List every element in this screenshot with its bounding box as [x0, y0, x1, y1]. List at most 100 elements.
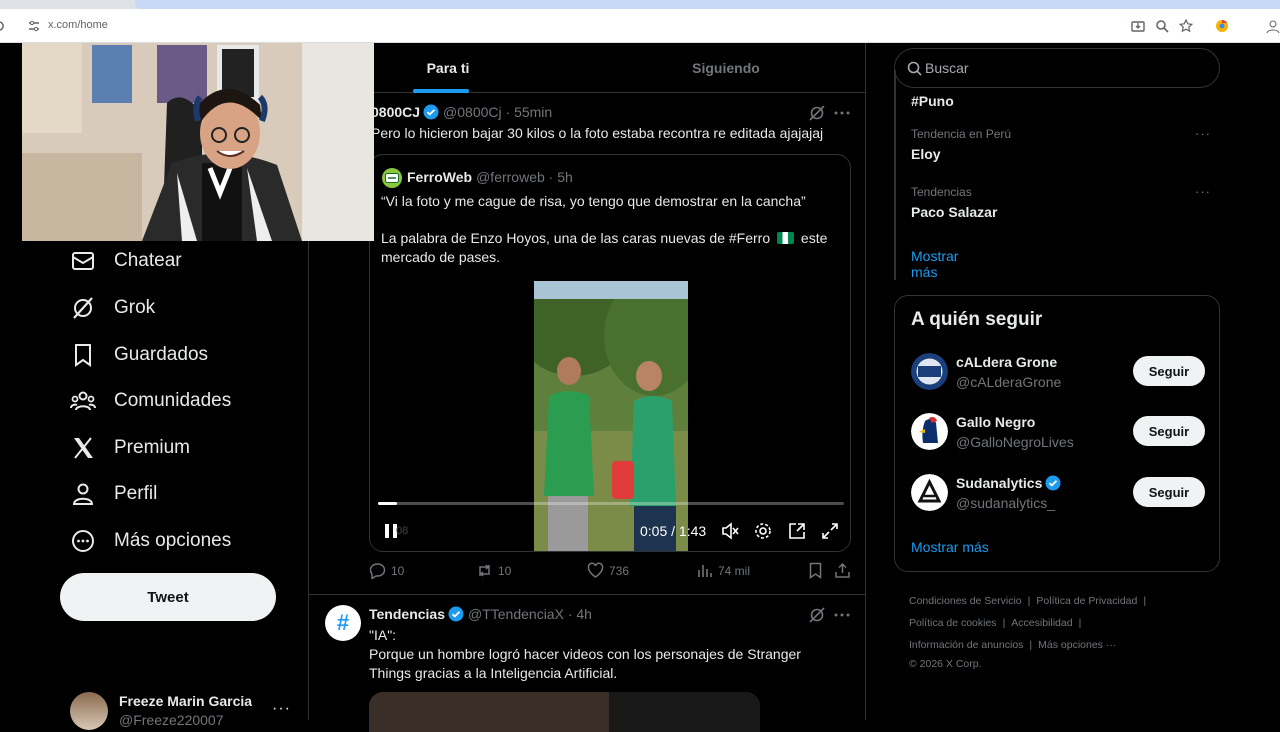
trend-item[interactable]: Tendencia en Perú Eloy ···: [911, 126, 1211, 162]
search-icon: [907, 61, 922, 76]
avatar: [911, 474, 948, 511]
fullscreen-icon[interactable]: [821, 522, 839, 540]
post-text-line: "IA":: [369, 627, 397, 643]
footer-separator: |: [1078, 617, 1082, 629]
trends-show-more-link[interactable]: Mostrar más: [911, 248, 958, 280]
trend-more-icon[interactable]: ···: [1195, 126, 1211, 141]
follow-suggestion[interactable]: cALdera Grone @cALderaGrone Seguir: [911, 353, 1205, 395]
mute-icon[interactable]: [721, 522, 739, 540]
post-actions: 10 10 736 74 mil: [369, 562, 851, 584]
nav-item-grok[interactable]: Grok: [70, 293, 155, 323]
media-panel: [609, 692, 760, 732]
quoted-text-paragraph: La palabra de Enzo Hoyos, una de las car…: [381, 229, 841, 267]
trend-item[interactable]: #Puno: [911, 88, 1211, 109]
gallo-negro-logo-icon: [911, 413, 948, 450]
browser-tab-strip: [0, 0, 1280, 9]
trend-item[interactable]: Tendencias Paco Salazar ···: [911, 184, 1211, 220]
follow-suggestion[interactable]: Sudanalytics @sudanalytics_ Seguir: [911, 474, 1205, 516]
profile-menu-icon[interactable]: [1266, 19, 1280, 33]
who-to-follow-show-more-link[interactable]: Mostrar más: [911, 539, 989, 555]
mail-icon: [72, 252, 94, 270]
avatar[interactable]: #: [325, 605, 361, 641]
verified-badge-icon: [1045, 475, 1061, 491]
post-more-icon[interactable]: [833, 104, 851, 122]
repost-count: 10: [498, 563, 512, 578]
footer-accessibility-link[interactable]: Accesibilidad: [1011, 617, 1072, 629]
grok-explain-icon[interactable]: [808, 104, 826, 122]
search-input[interactable]: [925, 49, 1205, 87]
search-box[interactable]: [894, 48, 1220, 88]
account-more-icon[interactable]: ···: [272, 700, 291, 718]
nav-item-communities[interactable]: Comunidades: [70, 386, 231, 416]
footer-terms-link[interactable]: Condiciones de Servicio: [909, 595, 1022, 607]
url-text[interactable]: x.com/home: [48, 19, 108, 31]
repost-icon: [479, 564, 490, 577]
like-button[interactable]: 736: [587, 562, 629, 579]
post-author-name[interactable]: Tendencias: [369, 606, 445, 622]
follow-button[interactable]: Seguir: [1133, 356, 1205, 386]
post-more-icon[interactable]: [833, 606, 851, 624]
post-author-name[interactable]: 0800CJ: [371, 104, 420, 120]
grok-explain-icon[interactable]: [808, 606, 826, 624]
bookmark-star-icon[interactable]: [1179, 19, 1193, 33]
video-progress-bar[interactable]: [378, 502, 844, 505]
footer-cookies-link[interactable]: Política de cookies: [909, 617, 997, 629]
quoted-text-line: mercado de pases.: [381, 249, 501, 265]
nav-item-premium[interactable]: Premium: [70, 433, 190, 463]
video-player[interactable]: 08 0:05 / 1:43: [370, 281, 850, 551]
view-count: 74 mil: [718, 563, 751, 578]
account-switcher[interactable]: Freeze Marin Garcia @Freeze220007 ···: [70, 690, 295, 730]
verified-badge-icon: [448, 606, 464, 622]
picture-in-picture-icon[interactable]: [788, 522, 806, 540]
more-circle-icon: [72, 530, 94, 552]
extension-icon[interactable]: [1215, 19, 1229, 33]
follow-suggestion[interactable]: Gallo Negro @GalloNegroLives Seguir: [911, 413, 1205, 455]
quoted-author-name: FerroWeb: [407, 169, 473, 185]
ferroweb-logo-icon: [385, 173, 399, 183]
views-chart-icon: [698, 565, 712, 577]
post-text: Pero lo hicieron bajar 30 kilos o la fot…: [371, 125, 824, 141]
footer-privacy-link[interactable]: Política de Privacidad: [1036, 595, 1137, 607]
footer-separator: |: [1029, 639, 1033, 651]
communities-icon: [70, 391, 96, 411]
views-button[interactable]: 74 mil: [696, 562, 750, 579]
nav-item-chat[interactable]: Chatear: [70, 246, 182, 276]
bookmark-post-icon[interactable]: [807, 562, 824, 579]
nav-item-label: Guardados: [114, 344, 209, 365]
trend-more-icon[interactable]: ···: [1195, 184, 1211, 199]
like-count: 736: [609, 563, 630, 578]
video-ghost-text: 08: [396, 525, 409, 537]
reply-button[interactable]: 10: [369, 562, 404, 579]
bookmark-icon: [75, 344, 91, 367]
address-bar[interactable]: x.com/home: [0, 9, 1280, 43]
tweet-button[interactable]: Tweet: [60, 573, 276, 621]
reload-icon[interactable]: [0, 19, 6, 33]
footer-ads-link[interactable]: Información de anuncios: [909, 639, 1023, 651]
post-media-image[interactable]: [369, 692, 760, 732]
active-tab[interactable]: [135, 0, 1280, 9]
zoom-icon[interactable]: [1155, 19, 1169, 33]
nav-item-profile[interactable]: Perfil: [70, 479, 157, 509]
post-header: 0800CJ @0800Cj · 55min: [371, 104, 552, 120]
nav-item-bookmarks[interactable]: Guardados: [70, 340, 208, 370]
video-frame: [534, 281, 688, 551]
repost-button[interactable]: 10: [476, 562, 511, 579]
quoted-post[interactable]: FerroWeb @ferroweb · 5h “Vi la foto y me…: [369, 154, 851, 552]
nav-item-label: Comunidades: [114, 390, 232, 411]
tab-siguiendo[interactable]: Siguiendo: [587, 43, 865, 93]
reply-icon: [369, 563, 386, 579]
site-info-icon[interactable]: [28, 20, 40, 32]
nav-item-more[interactable]: Más opciones: [70, 526, 231, 556]
footer-separator: |: [1143, 595, 1147, 607]
follow-button[interactable]: Seguir: [1133, 416, 1205, 446]
footer-more-link[interactable]: Más opciones ···: [1038, 639, 1116, 651]
share-icon[interactable]: [834, 562, 851, 579]
follow-button[interactable]: Seguir: [1133, 477, 1205, 507]
suggestion-handle: @GalloNegroLives: [956, 434, 1074, 450]
settings-gear-icon[interactable]: [754, 522, 772, 540]
quoted-text-line: “Vi la foto y me cague de risa, yo tengo…: [381, 193, 806, 209]
install-app-icon[interactable]: [1131, 19, 1145, 33]
caldera-grone-logo-icon: [911, 353, 948, 390]
post-handle-time[interactable]: @TTendenciaX · 4h: [468, 606, 592, 622]
post-handle-time[interactable]: @0800Cj · 55min: [443, 104, 552, 120]
